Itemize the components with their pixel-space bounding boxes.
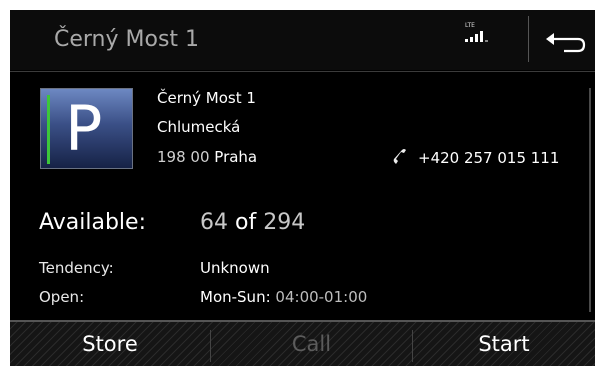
back-arrow-icon [546, 33, 586, 53]
header-bar: Černý Most 1 LTE [10, 10, 595, 70]
scrollbar[interactable] [589, 88, 591, 312]
open-label: Open: [39, 288, 85, 306]
available-of: of [235, 210, 257, 235]
logo-stripe [47, 95, 50, 164]
back-button[interactable] [538, 20, 590, 60]
footer-bar: Store Call Start [10, 320, 595, 366]
available-total: 294 [263, 210, 306, 235]
open-value: Mon-Sun: 04:00-01:00 [200, 288, 367, 306]
address-zip: 198 00 [157, 148, 210, 166]
lte-signal-icon: LTE [465, 22, 493, 42]
store-button[interactable]: Store [10, 322, 210, 366]
parking-detail-screen: Černý Most 1 LTE P Černý Most 1 Chlumeck… [10, 10, 595, 366]
call-button[interactable]: Call [211, 322, 412, 366]
logo-letter: P [65, 92, 103, 165]
open-days: Mon-Sun: [200, 288, 271, 306]
phone-icon [390, 147, 410, 167]
header-separator [10, 71, 595, 72]
header-divider [528, 16, 529, 62]
parking-logo: P [40, 88, 133, 169]
phone-number[interactable]: +420 257 015 111 [418, 149, 559, 167]
page-title: Černý Most 1 [54, 27, 200, 52]
start-button[interactable]: Start [413, 322, 595, 366]
address-city-line: 198 00 Praha [157, 148, 257, 166]
tendency-label: Tendency: [39, 259, 114, 277]
available-label: Available: [39, 210, 146, 235]
address-city: Praha [214, 148, 258, 166]
open-hours: 04:00-01:00 [275, 288, 368, 306]
signal-label: LTE [465, 22, 475, 29]
address-street: Chlumecká [157, 118, 241, 136]
address-name: Černý Most 1 [157, 89, 256, 107]
available-value: 64 of 294 [200, 210, 305, 235]
tendency-value: Unknown [200, 259, 270, 277]
available-current: 64 [200, 210, 228, 235]
